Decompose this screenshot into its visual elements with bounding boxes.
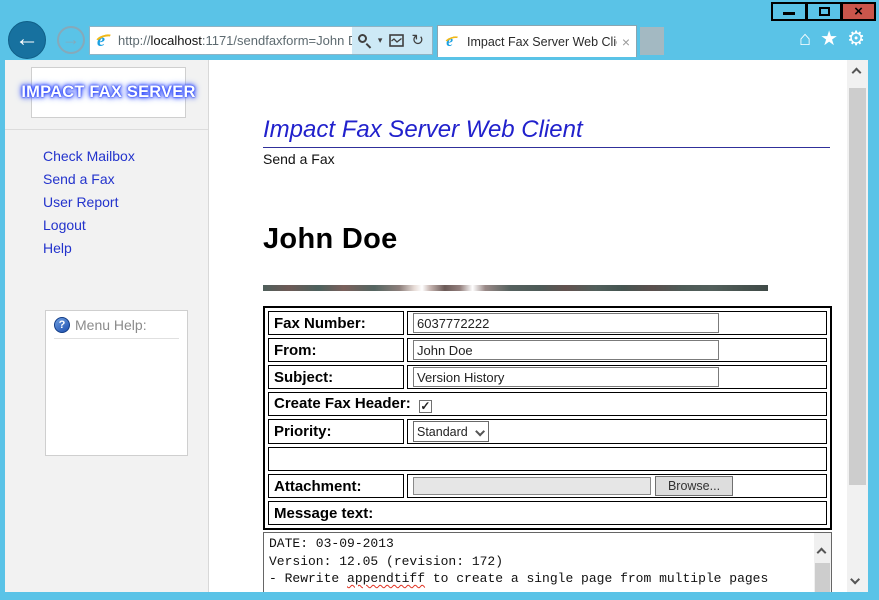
minimize-icon [783,12,795,15]
app-logo-text: IMPACT FAX SERVER [21,83,195,102]
table-row: Subject: [268,365,827,389]
compatibility-view-icon[interactable] [389,34,404,47]
url-host: localhost [151,33,202,48]
from-input[interactable] [413,340,719,360]
browse-button[interactable]: Browse... [655,476,733,496]
textarea-scrollbar[interactable] [814,533,831,592]
page-title: Impact Fax Server Web Client [263,116,830,148]
browser-toolbar: ⌂ ★ ⚙ [799,29,865,49]
maximize-icon [819,7,830,16]
refresh-icon[interactable]: ↻ [411,33,424,48]
sidebar: IMPACT FAX SERVER Check Mailbox Send a F… [5,60,209,592]
table-row: Attachment: Browse... [268,474,827,498]
sidebar-divider [5,129,208,130]
subject-input[interactable] [413,367,719,387]
message-textarea[interactable]: DATE: 03-09-2013 - Rewrite Version: 12.0… [263,532,832,592]
user-heading: John Doe [263,223,823,256]
message-text-label: Message text: [268,501,827,525]
menu-help-divider [54,338,179,339]
address-bar[interactable]: e http://localhost:1171/sendfaxform=John… [89,26,433,55]
back-icon: ← [15,27,39,51]
scroll-up-icon[interactable] [817,548,827,558]
sidebar-item-check-mailbox[interactable]: Check Mailbox [43,148,135,164]
message-line: - Rewrite appendtiff to create a single … [269,570,807,588]
spacer-row [268,447,827,471]
table-row: Create Fax Header: ✓ [268,392,827,416]
home-icon[interactable]: ⌂ [799,29,811,49]
menu-help-label: Menu Help: [75,317,147,333]
fax-form-table: Fax Number: From: Subject: Create Fax He… [263,306,832,530]
sidebar-nav: Check Mailbox Send a Fax User Report Log… [43,148,135,256]
url-rest: :1171/sendfaxform=John Doe [202,33,352,48]
message-line: DATE: 03-09-2013 [269,535,807,553]
close-icon: × [854,4,863,19]
minimize-button[interactable] [771,2,806,21]
main-content: Impact Fax Server Web Client Send a Fax … [210,60,847,592]
favorites-star-icon[interactable]: ★ [820,29,838,49]
page-subtitle: Send a Fax [263,151,823,167]
fax-number-input[interactable] [413,313,719,333]
scroll-up-icon[interactable] [852,68,862,78]
table-row [268,447,827,471]
scroll-down-icon[interactable] [850,575,860,585]
priority-selected-value: Standard [417,425,473,439]
priority-select[interactable]: Standard [413,421,489,442]
attachment-label: Attachment: [268,474,404,498]
misspelled-word: appendtiff [347,571,425,586]
message-line [269,588,807,593]
chevron-down-icon [475,427,485,437]
close-button[interactable]: × [841,2,876,21]
create-fax-header-label: Create Fax Header: [274,395,411,412]
tab-title: Impact Fax Server Web Client [467,35,617,49]
decorative-divider [263,285,768,291]
checkmark-icon: ✓ [420,400,430,412]
address-bar-tools: ▾ ↻ [352,27,432,54]
maximize-button[interactable] [806,2,841,21]
message-line: - Rewrite Version: 12.05 (revision: 172) [269,553,807,571]
table-row: Fax Number: [268,311,827,335]
search-icon[interactable] [358,34,371,47]
ie-logo-icon: e [96,32,114,50]
priority-label: Priority: [268,419,404,444]
forward-button[interactable]: → [57,26,85,54]
page-scrollbar[interactable] [847,60,868,592]
app-logo: IMPACT FAX SERVER [31,67,186,118]
fax-number-label: Fax Number: [268,311,404,335]
sidebar-item-send-a-fax[interactable]: Send a Fax [43,171,135,187]
back-button[interactable]: ← [8,21,46,59]
sidebar-item-logout[interactable]: Logout [43,217,135,233]
table-row: Priority: Standard [268,419,827,444]
file-path-field[interactable] [413,477,651,495]
table-row: Message text: [268,501,827,525]
sidebar-item-help[interactable]: Help [43,240,135,256]
settings-gear-icon[interactable]: ⚙ [847,29,865,49]
message-line-part: to create a single page from multiple pa… [425,571,768,586]
browser-viewport: IMPACT FAX SERVER Check Mailbox Send a F… [5,60,868,592]
menu-help-box: ? Menu Help: [45,310,188,456]
window-titlebar: × ← → e http://localhost:1171/sendfaxfor… [0,0,879,60]
message-line-part: - Rewrite [269,571,347,586]
create-fax-header-checkbox[interactable]: ✓ [419,400,432,413]
sidebar-item-user-report[interactable]: User Report [43,194,135,210]
browser-tab[interactable]: e Impact Fax Server Web Client × [437,25,637,57]
page-scrollbar-thumb[interactable] [849,88,866,485]
textarea-scrollbar-thumb[interactable] [815,563,830,592]
from-label: From: [268,338,404,362]
forward-icon: → [62,30,80,48]
help-icon: ? [54,317,70,333]
tab-close-icon[interactable]: × [622,35,630,49]
attachment-file-input[interactable]: Browse... [413,476,821,496]
subject-label: Subject: [268,365,404,389]
new-tab-button[interactable] [640,27,664,55]
url-scheme: http:// [118,33,151,48]
tab-ie-icon: e [445,34,460,49]
message-line-version: Version: 12.05 (revision: 172) [269,554,503,569]
window-controls: × [771,2,876,21]
table-row: From: [268,338,827,362]
search-dropdown-icon[interactable]: ▾ [378,35,383,46]
address-url[interactable]: http://localhost:1171/sendfaxform=John D… [118,33,352,48]
